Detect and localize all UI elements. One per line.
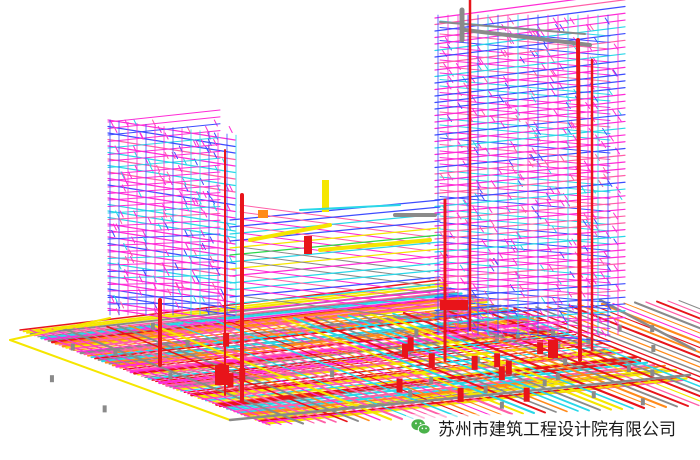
pipe-segment bbox=[471, 95, 477, 103]
wechat-icon bbox=[411, 419, 431, 435]
pipe-segment bbox=[599, 258, 605, 265]
pipe-segment bbox=[434, 39, 626, 65]
pipe-segment bbox=[519, 290, 525, 298]
pipe-segment bbox=[214, 165, 219, 172]
fire-pump-unit bbox=[215, 365, 229, 385]
valve-fitting bbox=[150, 322, 155, 330]
pipe-segment bbox=[518, 284, 524, 291]
bim-pipe-model-render bbox=[9, 0, 700, 426]
valve-fitting bbox=[651, 344, 656, 352]
pipe-segment bbox=[200, 139, 205, 146]
pipe-segment bbox=[549, 76, 555, 83]
pipe-segment bbox=[470, 76, 476, 83]
pipe-segment bbox=[132, 145, 137, 153]
pipe-segment bbox=[434, 46, 626, 71]
valve-fitting bbox=[102, 405, 107, 413]
valve-fitting bbox=[542, 379, 547, 387]
pipe-segment bbox=[228, 184, 233, 192]
pipe-segment bbox=[185, 204, 190, 211]
pipe-segment bbox=[549, 82, 555, 90]
pipe-segment bbox=[213, 204, 218, 211]
pipe-segment bbox=[543, 43, 549, 51]
pipe-segment bbox=[569, 17, 575, 25]
pipe-segment bbox=[228, 126, 233, 133]
pipe-segment bbox=[611, 108, 617, 116]
pipe-segment bbox=[613, 212, 619, 220]
pipe-segment bbox=[479, 193, 485, 200]
pipe-segment bbox=[552, 17, 558, 25]
valve-fitting bbox=[563, 358, 568, 366]
right-tower-piping bbox=[434, 0, 626, 349]
pipe-segment bbox=[199, 178, 204, 185]
valve-fitting bbox=[49, 375, 54, 383]
fire-pump-unit bbox=[440, 300, 468, 310]
pipe-segment bbox=[434, 53, 626, 78]
pipe-fitting bbox=[304, 236, 312, 254]
pipe-segment bbox=[520, 245, 526, 252]
pipe-segment bbox=[434, 87, 626, 110]
exhaust-stack bbox=[322, 180, 329, 212]
watermark: 苏州市建筑工程设计院有限公司 bbox=[406, 414, 680, 440]
fire-riser-fitting bbox=[407, 337, 414, 352]
pipe-segment bbox=[477, 186, 483, 194]
fire-riser-fitting bbox=[401, 343, 408, 358]
fire-riser-fitting bbox=[396, 378, 403, 393]
valve-fitting bbox=[414, 329, 419, 337]
watermark-text: 苏州市建筑工程设计院有限公司 bbox=[438, 419, 676, 440]
valve-fitting bbox=[499, 401, 504, 409]
pipe-segment bbox=[117, 262, 122, 270]
pipe-segment bbox=[569, 173, 575, 181]
pipe-segment bbox=[299, 204, 401, 211]
pipe-segment bbox=[549, 186, 555, 194]
pipe-segment bbox=[174, 262, 179, 270]
valve-fitting bbox=[586, 337, 591, 345]
pipe-segment bbox=[550, 89, 556, 96]
pipe-segment bbox=[134, 152, 139, 159]
valve-fitting bbox=[330, 370, 335, 378]
valve-fitting bbox=[650, 325, 655, 333]
valve-fitting bbox=[168, 372, 173, 380]
fire-riser-fitting bbox=[498, 366, 505, 381]
valve-fitting bbox=[650, 369, 655, 377]
pipe-segment bbox=[548, 264, 554, 272]
pipe-fitting bbox=[258, 210, 268, 218]
fire-riser-fitting bbox=[494, 353, 501, 368]
pipe-segment bbox=[604, 17, 610, 25]
valve-fitting bbox=[640, 398, 645, 406]
pipe-segment bbox=[213, 119, 218, 127]
valve-fitting bbox=[113, 349, 118, 357]
fire-riser-fitting bbox=[428, 353, 435, 368]
pipe-segment bbox=[592, 102, 598, 109]
pipe-segment bbox=[434, 59, 626, 84]
pipe-segment bbox=[200, 230, 205, 237]
fire-riser-fitting bbox=[457, 387, 464, 402]
pipe-segment bbox=[202, 191, 207, 198]
pipe-segment bbox=[576, 38, 582, 362]
pipe-segment bbox=[227, 236, 232, 244]
pipe-segment bbox=[147, 217, 152, 224]
pipe-segment bbox=[472, 108, 478, 116]
left-tower-piping bbox=[107, 109, 237, 330]
fire-riser-fitting bbox=[523, 387, 530, 402]
pipe-segment bbox=[552, 108, 558, 116]
valve-fitting bbox=[483, 386, 488, 394]
pipe-segment bbox=[213, 152, 218, 159]
valve-fitting bbox=[591, 391, 596, 399]
pipe-segment bbox=[602, 128, 608, 135]
pipe-segment bbox=[598, 180, 604, 187]
valve-fitting bbox=[70, 343, 75, 351]
fire-pump-unit bbox=[548, 340, 558, 358]
valve-fitting bbox=[555, 373, 560, 381]
pipe-segment bbox=[613, 264, 619, 272]
valve-fitting bbox=[185, 340, 190, 348]
fire-riser-fitting bbox=[505, 360, 512, 375]
valve-fitting bbox=[408, 389, 413, 397]
pipe-segment bbox=[226, 204, 231, 211]
valve-fitting bbox=[429, 376, 434, 384]
pipe-segment bbox=[158, 223, 163, 231]
valve-fitting bbox=[626, 365, 631, 373]
fire-riser-fitting bbox=[471, 355, 478, 370]
fire-riser-fitting bbox=[223, 332, 230, 347]
